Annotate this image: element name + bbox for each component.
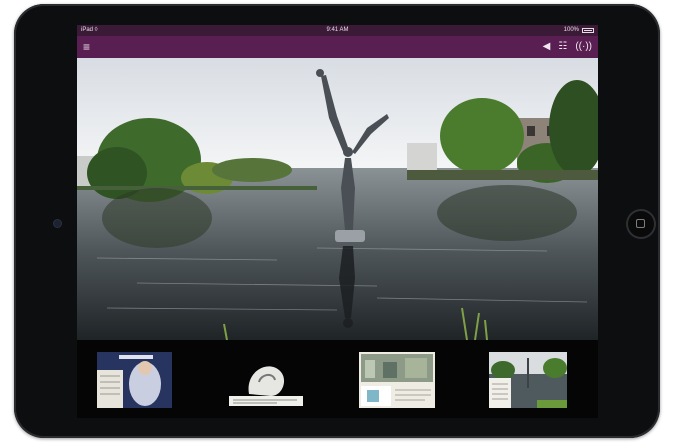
app-toolbar: ≡ ◀ ☷ ((·)) <box>77 36 598 58</box>
reader-icon[interactable]: ☷ <box>558 40 567 54</box>
back-icon[interactable]: ◀ <box>543 40 551 54</box>
battery-percent: 100% <box>563 27 579 33</box>
home-button-icon <box>636 219 645 228</box>
thumbnail-3[interactable] <box>359 352 435 408</box>
audio-icon[interactable]: ((·)) <box>575 40 592 54</box>
tablet-screen: iPad ◊ 9:41 AM 100% ≡ ◀ ☷ ((·)) <box>77 25 598 418</box>
menu-icon[interactable]: ≡ <box>83 40 90 54</box>
thumbnail-1[interactable] <box>97 352 172 408</box>
thumbnail-2[interactable] <box>227 352 305 408</box>
thumb-clinic-page <box>359 352 435 408</box>
thumb-lake-page <box>489 352 567 408</box>
home-button[interactable] <box>626 209 656 239</box>
toolbar-actions: ◀ ☷ ((·)) <box>543 40 592 54</box>
battery-indicator: 100% <box>564 25 594 36</box>
thumbnail-4[interactable] <box>489 352 567 408</box>
main-photo[interactable] <box>77 58 598 340</box>
thumb-doctor-page <box>97 352 172 408</box>
thumb-sculpture-page <box>227 352 305 408</box>
lake-sculpture-illustration <box>77 58 598 340</box>
clock-label: 9:41 AM <box>326 27 349 33</box>
front-camera <box>54 220 61 227</box>
status-bar: iPad ◊ 9:41 AM 100% <box>77 25 598 36</box>
thumbnail-strip <box>77 340 598 418</box>
battery-icon <box>582 28 594 33</box>
